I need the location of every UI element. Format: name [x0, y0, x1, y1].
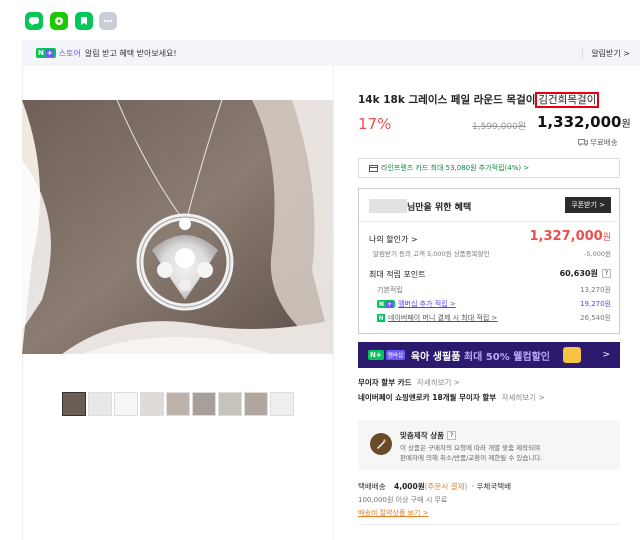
custom-made-help-icon[interactable]: ?	[447, 431, 457, 440]
installment-detail-link[interactable]: 자세히보기 >	[417, 378, 460, 387]
membership-points-amount: 19,270원	[580, 300, 611, 308]
truck-icon	[578, 139, 588, 146]
thumbnail-4[interactable]	[140, 392, 164, 416]
title-highlight: 김건희목걸이	[535, 92, 600, 108]
bookmark-button[interactable]	[75, 12, 93, 30]
line-icon	[29, 17, 39, 26]
naver-plus-badge: N +	[36, 48, 56, 58]
necklace-photo	[22, 100, 333, 354]
shipping-info: 무료배송	[578, 137, 618, 148]
thumbnail-6[interactable]	[192, 392, 216, 416]
ad-gift-icon	[563, 347, 581, 363]
thumbnail-1[interactable]	[62, 392, 86, 416]
custom-made-line-1: 이 상품은 구매자의 요청에 따라 개별 맞춤 제작되며	[400, 444, 541, 452]
membership-points-row[interactable]: N + 멤버십 추가 적립 >	[377, 299, 456, 309]
thumbnail-9[interactable]	[270, 392, 294, 416]
npay-installment-row: 네이버페이 쇼핑앤로카 18개월 무이자 할부 자세히보기 >	[358, 393, 545, 402]
custom-made-icon	[370, 433, 392, 455]
ad-text: 육아 생필품	[410, 351, 464, 363]
thumbnail-5[interactable]	[166, 392, 190, 416]
naver-plus-membership-icon: N +	[377, 300, 396, 308]
npay-points-row[interactable]: N 네이버페이 머니 결제 시 최대 적립 >	[377, 313, 497, 323]
discount-rate: 17%	[358, 115, 392, 133]
thumbnail-8[interactable]	[244, 392, 268, 416]
bookmark-icon	[81, 17, 87, 25]
product-main-image[interactable]	[22, 100, 333, 354]
free-shipping-condition: 100,000원 이상 구매 시 무료	[358, 496, 448, 504]
bottom-divider	[358, 524, 620, 525]
installment-row: 무이자 할부 카드 자세히보기 >	[358, 378, 461, 387]
product-title: 14k 18k 그레이스 페일 라운드 목걸이 김건희목걸이	[358, 92, 600, 108]
store-label: 스토어	[58, 48, 81, 58]
thumbnail-7[interactable]	[218, 392, 242, 416]
points-total: 60,630원 ?	[560, 268, 611, 279]
basic-points-amount: 13,270원	[580, 286, 611, 294]
npay-installment-detail-link[interactable]: 자세히보기 >	[502, 393, 545, 402]
image-column-divider	[333, 66, 334, 540]
ad-membership-badge: 멤버십	[385, 350, 405, 360]
more-button[interactable]	[99, 12, 117, 30]
custom-made-line-2: 판매자에 의해 취소/반품/교환이 제한될 수 있습니다.	[400, 454, 543, 462]
points-label: 최대 적립 포인트	[369, 270, 426, 279]
ad-highlight: 최대 50% 웰컴할인	[463, 351, 550, 363]
shipping-saving-link[interactable]: 배송비 절약상품 보기 >	[358, 508, 429, 518]
banner-text: 알림 받고 혜택 받아보세요!	[84, 48, 177, 58]
line-share-button[interactable]	[25, 12, 43, 30]
card-promo[interactable]: 라인프렌즈 카드 최대 53,080원 추가적립(4%) >	[358, 158, 620, 178]
band-icon	[55, 17, 63, 25]
benefit-box: 님만을 위한 혜택 쿠폰받기 > 나의 할인가 > 1,327,000원 알림받…	[358, 188, 620, 334]
custom-made-box: 맞춤제작 상품 ? 이 상품은 구매자의 요청에 따라 개별 맞춤 제작되며 판…	[358, 420, 620, 470]
membership-ad-banner[interactable]: N+ 멤버십 육아 생필품 최대 50% 웰컴할인 >	[358, 342, 620, 368]
more-icon	[103, 19, 113, 23]
delivery-row: 택배배송 4,000원(주문시 결제) · 우체국택배	[358, 482, 512, 491]
sale-price: 1,332,000원	[537, 113, 631, 131]
alarm-discount-amount: -5,000원	[584, 250, 611, 258]
ad-naver-plus-badge: N+	[368, 350, 384, 360]
store-alarm-banner: N + 스토어 알림 받고 혜택 받아보세요! 알림받기 >	[22, 40, 640, 66]
my-sale-label[interactable]: 나의 할인가 >	[369, 234, 418, 245]
card-icon	[369, 164, 378, 172]
npay-icon: N	[377, 314, 385, 322]
npay-points-amount: 26,540원	[580, 314, 611, 322]
thumbnail-3[interactable]	[114, 392, 138, 416]
points-help-icon[interactable]: ?	[601, 269, 611, 278]
my-sale-price: 1,327,000원	[529, 229, 611, 244]
benefit-header: 님만을 위한 혜택	[407, 203, 472, 213]
custom-made-title: 맞춤제작 상품	[400, 431, 445, 440]
alarm-discount-text: 알림받기 동의 고객 5,000원 상품중복할인	[373, 250, 490, 258]
ad-arrow: >	[602, 350, 610, 360]
thumbnail-2[interactable]	[88, 392, 112, 416]
coupon-button[interactable]: 쿠폰받기 >	[565, 197, 611, 213]
blurred-username	[369, 199, 407, 213]
basic-points-label: 기본적립	[377, 286, 403, 294]
alarm-button[interactable]: 알림받기 >	[582, 47, 630, 59]
original-price: 1,599,000원	[472, 122, 527, 132]
band-share-button[interactable]	[50, 12, 68, 30]
